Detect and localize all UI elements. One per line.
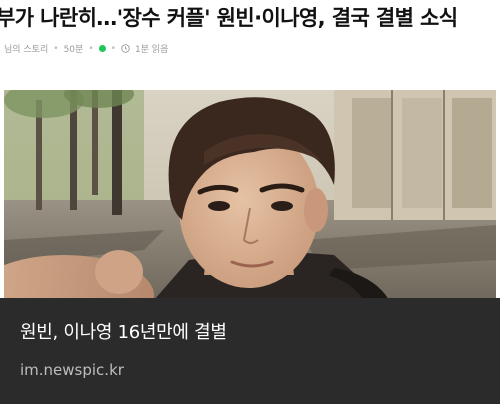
article-headline[interactable]: 부가 나란히…'장수 커플' 원빈·이나영, 결국 결별 소식 (0, 2, 458, 32)
time-ago: 50분 (63, 45, 84, 55)
read-time: 1분 읽음 (134, 45, 169, 55)
link-card[interactable]: 원빈, 이나영 16년만에 결별 im.newspic.kr (0, 298, 500, 404)
article-meta: 님의 스토리 • 50분 • • 1분 읽음 (4, 42, 169, 56)
blog-name[interactable]: 님의 스토리 (4, 42, 48, 55)
link-card-title[interactable]: 원빈, 이나영 16년만에 결별 (20, 318, 227, 344)
clock-icon (121, 44, 130, 53)
photo-illustration (4, 90, 496, 300)
meta-separator: • (110, 43, 116, 54)
status-dot-icon (98, 45, 106, 52)
meta-separator: • (53, 43, 59, 54)
article-photo[interactable] (4, 90, 496, 300)
article-header: 부가 나란히…'장수 커플' 원빈·이나영, 결국 결별 소식 님의 스토리 •… (0, 0, 500, 72)
link-card-source: im.newspic.kr (20, 361, 124, 379)
meta-separator: • (88, 43, 94, 54)
